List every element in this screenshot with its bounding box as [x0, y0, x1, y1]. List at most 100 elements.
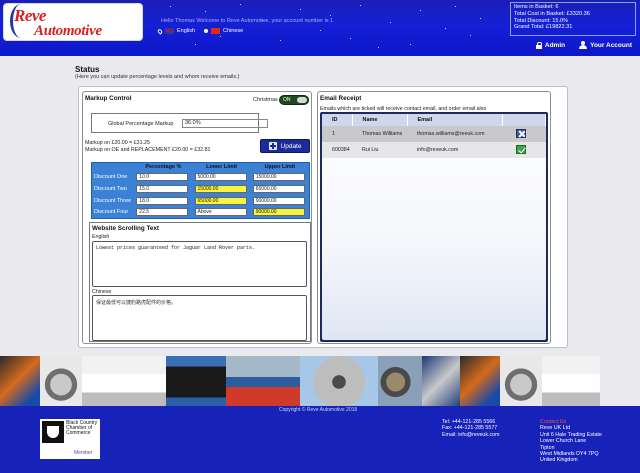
- discount-lower-input[interactable]: 5000.00: [194, 173, 247, 182]
- basket-summary[interactable]: Items in Basket: 6 Total Cost in Basket:…: [510, 2, 636, 36]
- star-dot: [170, 6, 171, 7]
- global-markup-box: Global Percentage Markup 36.0%: [91, 113, 268, 133]
- language-selector: English Chinese: [156, 27, 243, 35]
- chamber-name: Black Country Chamber of Commerce: [66, 420, 98, 437]
- christmas-toggle[interactable]: ON: [279, 95, 309, 105]
- email-row: 1 Thomas Williams thomas.williams@reeuk.co…: [322, 126, 546, 142]
- star-dot: [410, 44, 411, 45]
- lang-chinese[interactable]: Chinese: [223, 28, 243, 34]
- contact-numbers: Tel: +44-121-285 5566 Fax: +44-121-285 5…: [442, 419, 499, 438]
- discount-lower-cell: Above: [193, 207, 251, 219]
- discount-percent-input[interactable]: 22.5: [136, 208, 189, 217]
- discount-upper-cell: 65000.00: [251, 183, 310, 195]
- basket-items: Items in Basket: 6: [514, 4, 559, 10]
- location-pin-icon: [156, 27, 164, 35]
- email-table-inner: ID Name Email 1 Thomas Williams thomas.wil…: [322, 114, 546, 340]
- update-button-label: Update: [280, 142, 302, 150]
- footer-email[interactable]: Email: info@reveuk.com: [442, 432, 499, 438]
- discount-upper-input[interactable]: 90000.00: [252, 196, 305, 205]
- engine-photo: [0, 356, 40, 408]
- email-id-cell: 600384: [322, 142, 352, 158]
- star-dot: [455, 6, 456, 7]
- global-markup-input[interactable]: 36.0%: [182, 119, 268, 128]
- basket-total-discount: Total Discount: 15.0%: [514, 17, 569, 24]
- account-link[interactable]: Your Account: [579, 41, 632, 49]
- email-email-cell: thomas.williams@reeuk.com: [407, 126, 502, 142]
- star-dot: [470, 35, 471, 36]
- admin-link-label: Admin: [544, 41, 566, 49]
- email-table-frame: ID Name Email 1 Thomas Williams thomas.wil…: [320, 112, 548, 342]
- markup-note-2: Markup on OE and REPLACEMENT £20.00 = £3…: [85, 146, 211, 153]
- admin-link[interactable]: Admin: [535, 41, 566, 49]
- suspension-photo: [422, 356, 460, 408]
- star-dot: [350, 38, 351, 39]
- address-line: United Kingdom: [540, 457, 578, 464]
- discount-upper-input[interactable]: 15000.00: [252, 173, 305, 182]
- email-action-cell: [502, 142, 546, 158]
- checked-icon[interactable]: [516, 144, 526, 154]
- discount-percent-input[interactable]: 15.0: [136, 185, 189, 194]
- star-dot: [220, 36, 221, 37]
- discount-name: Discount Four: [94, 209, 129, 216]
- discount-upper-input[interactable]: 90000.00: [252, 208, 305, 217]
- star-dot: [300, 9, 301, 10]
- product-image-strip: [0, 356, 640, 408]
- discount-percent-input[interactable]: 10.0: [136, 173, 189, 182]
- discount-row: Discount One 10.0 5000.00 15000.00: [92, 172, 310, 184]
- discount-upper-input[interactable]: 65000.00: [252, 185, 305, 194]
- china-flag-icon[interactable]: [211, 28, 221, 34]
- update-button[interactable]: Update: [260, 139, 310, 153]
- markup-control-panel: Markup Control Christmas ON Global Perce…: [82, 91, 312, 344]
- email-header-id: ID: [322, 114, 353, 126]
- discount-lower-cell: 15000.00: [193, 183, 251, 195]
- relay-photo: [166, 356, 226, 408]
- white-car-photo: [82, 356, 166, 408]
- brake-disc-photo: [300, 356, 378, 408]
- star-dot: [445, 28, 446, 29]
- lang-english[interactable]: English: [177, 28, 195, 34]
- user-icon: [579, 41, 588, 49]
- star-dot: [420, 10, 421, 11]
- radio-dot-icon[interactable]: [204, 29, 209, 33]
- star-dot: [480, 18, 481, 19]
- markup-control-title: Markup Control: [85, 95, 132, 102]
- discount-percent-input[interactable]: 18.0: [136, 196, 189, 205]
- logo-line2: Automotive: [34, 23, 102, 39]
- engine-photo-2: [460, 356, 500, 408]
- copyright-text: Copyright © Reve Automotive 2018: [279, 407, 358, 413]
- toggle-knob: [297, 97, 307, 103]
- remove-x-icon[interactable]: [516, 128, 526, 138]
- email-receipt-title: Email Receipt: [320, 95, 362, 102]
- chamber-of-commerce-logo[interactable]: Black Country Chamber of Commerce Member: [40, 419, 100, 459]
- email-header-name: Name: [352, 114, 408, 126]
- email-name-cell: Thomas Williams: [352, 126, 407, 142]
- gears-photo: [378, 356, 422, 408]
- discount-header: Upper Limit: [264, 164, 296, 171]
- contact-address: Contact Us Reve UK Ltd Unit 6 Hale Tradi…: [540, 419, 602, 464]
- reve-logo[interactable]: Reve Automotive: [3, 3, 143, 41]
- discount-lower-input[interactable]: Above: [194, 208, 247, 217]
- discount-upper-cell: 90000.00: [251, 195, 310, 207]
- welcome-text: Hello Thomas Welcome to Reve Automotive,…: [161, 18, 334, 24]
- discount-percent-cell: 22.5: [134, 207, 192, 219]
- chamber-emblem-icon: [42, 421, 64, 443]
- discount-lower-input[interactable]: 65000.00: [194, 196, 247, 205]
- scrolling-text-box: Website Scrolling Text English Lowest pr…: [89, 222, 311, 342]
- discount-upper-cell: 90000.00: [251, 207, 310, 219]
- star-dot: [280, 40, 281, 41]
- discount-lower-input[interactable]: 15000.00: [194, 185, 247, 194]
- discount-name: Discount Two: [94, 186, 127, 193]
- chamber-member: Member: [74, 450, 93, 456]
- uk-flag-icon[interactable]: [165, 28, 174, 34]
- star-dot: [195, 44, 196, 45]
- discount-row: Discount Four 22.5 Above 90000.00: [92, 207, 310, 219]
- english-label: English: [92, 234, 110, 240]
- email-row: 600384 Rui Liu info@reveuk.com: [322, 142, 546, 158]
- english-textarea[interactable]: Lowest prices guaranteed for Jaguar Land…: [92, 241, 307, 287]
- account-link-label: Your Account: [590, 41, 632, 49]
- chinese-textarea[interactable]: 保证最低可以捷豹路虎配件的价格。: [92, 295, 307, 341]
- discount-lower-cell: 5000.00: [193, 172, 251, 184]
- header-links: Admin Your Account: [535, 41, 632, 49]
- footer-fax: Fax: +44-121-285 5577: [442, 425, 498, 432]
- star-dot: [240, 4, 241, 5]
